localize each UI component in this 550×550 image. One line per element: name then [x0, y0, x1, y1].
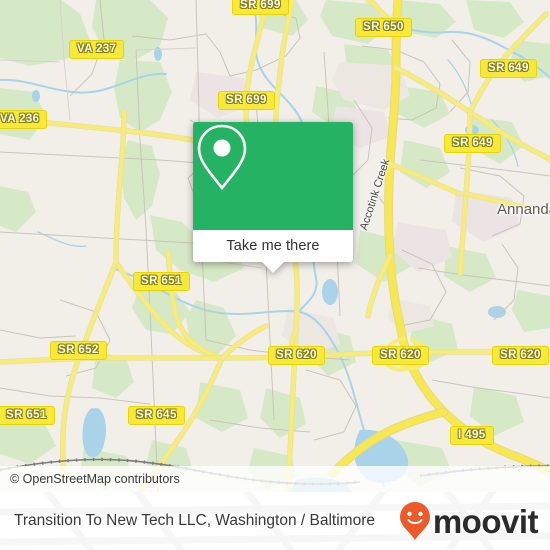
moovit-logo[interactable]: moovit [399, 501, 539, 541]
road-shield: VA 236 [0, 110, 48, 129]
road-shield: SR 650 [355, 18, 412, 37]
popup-action-bar[interactable]: Take me there [193, 230, 353, 273]
road-shield: SR 620 [372, 346, 429, 365]
road-shield: VA 237 [69, 40, 125, 59]
attribution-text: © OpenStreetMap contributors [10, 472, 180, 486]
map-screenshot: .park{fill:#d6e9c6;} .parkdark{fill:#cbe… [0, 0, 550, 550]
road-shield: SR 645 [128, 406, 185, 425]
footer-bar: Transition To New Tech LLC, Washington /… [0, 492, 550, 550]
road-shield: SR 699 [218, 91, 275, 110]
location-popup-card[interactable]: Take me there [193, 122, 353, 273]
road-shield: SR 651 [133, 272, 190, 291]
road-shield: SR 620 [492, 346, 549, 365]
page-title: Transition To New Tech LLC, Washington /… [14, 512, 375, 529]
place-label-annandale: Annandale [497, 201, 550, 218]
road-shield: SR 652 [50, 341, 107, 360]
moovit-pin-icon [399, 502, 430, 540]
moovit-wordmark: moovit [432, 502, 539, 540]
take-me-there-label: Take me there [226, 238, 320, 254]
map-attribution: © OpenStreetMap contributors [0, 466, 550, 492]
road-shield: SR 620 [268, 346, 325, 365]
map-canvas[interactable]: .park{fill:#d6e9c6;} .parkdark{fill:#cbe… [0, 0, 550, 492]
road-shield: SR 649 [480, 59, 537, 78]
road-shield: SR 699 [232, 0, 289, 15]
road-shield: SR 649 [444, 134, 501, 153]
map-pin-icon [197, 124, 247, 191]
road-shield: SR 651 [0, 406, 55, 425]
road-shield: I 495 [450, 426, 494, 445]
popup-icon-area [193, 122, 353, 230]
popup-pointer [262, 262, 284, 273]
